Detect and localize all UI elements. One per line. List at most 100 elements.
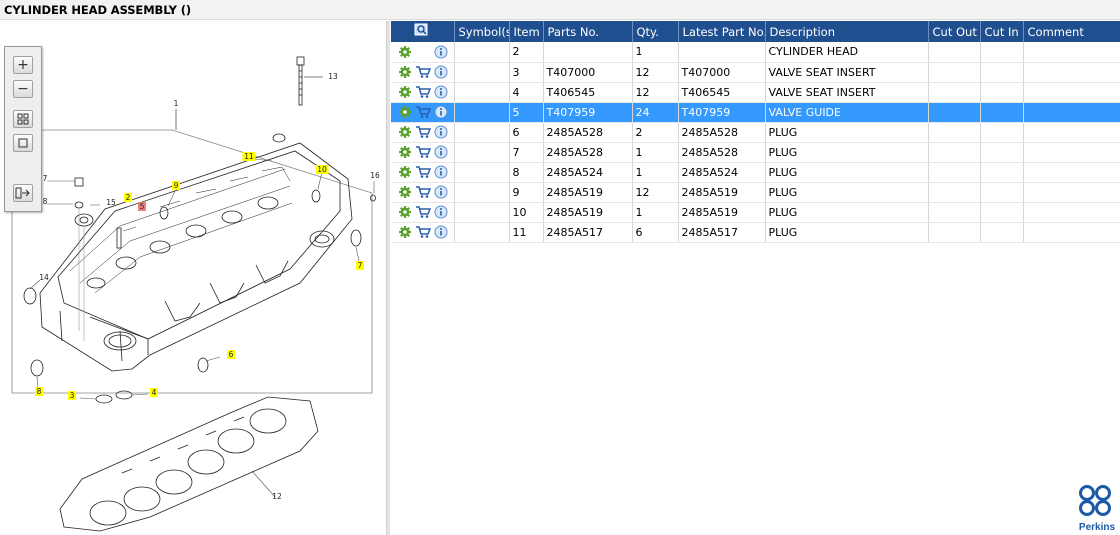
cell-comment (1023, 42, 1120, 63)
cell-latest-part-no: 2485A519 (678, 182, 766, 203)
cell-cut-out (928, 102, 981, 123)
cell-item: 7 (509, 142, 544, 163)
zoom-window-icon[interactable] (13, 110, 33, 128)
gear-icon[interactable] (398, 225, 412, 239)
zoom-out-icon[interactable]: − (13, 80, 33, 98)
table-row[interactable]: 2 1 CYLINDER HEAD (391, 42, 1120, 63)
cell-symbols (454, 182, 510, 203)
cell-item: 2 (509, 42, 544, 63)
callout-14: 14 (39, 273, 49, 282)
svg-text:3: 3 (70, 391, 75, 400)
cart-icon[interactable] (415, 85, 431, 99)
table-row[interactable]: 8 2485A524 1 2485A524 PLUG (391, 162, 1120, 183)
cell-description: PLUG (765, 162, 929, 183)
table-row[interactable]: 11 2485A517 6 2485A517 PLUG (391, 222, 1120, 243)
callout-9[interactable]: 9 (172, 181, 180, 190)
info-icon[interactable] (434, 85, 448, 99)
cell-part-no: 2485A528 (543, 142, 633, 163)
exploded-view-drawing[interactable]: 1253 467891011121314151678 (0, 21, 386, 535)
info-icon[interactable] (434, 225, 448, 239)
column-header-cut-out[interactable]: Cut Out (928, 21, 981, 42)
column-header-symbols[interactable]: Symbol(s) (454, 21, 510, 42)
perkins-logo: Perkins (1079, 485, 1116, 533)
row-actions (391, 162, 455, 183)
table-row[interactable]: 7 2485A528 1 2485A528 PLUG (391, 142, 1120, 163)
column-header-item[interactable]: Item (509, 21, 544, 42)
gear-icon[interactable] (398, 45, 412, 59)
gear-icon[interactable] (398, 105, 412, 119)
cart-icon[interactable] (415, 185, 431, 199)
search-column-header[interactable] (391, 21, 455, 42)
info-icon[interactable] (434, 45, 448, 59)
column-header-latest-part-no[interactable]: Latest Part No. (678, 21, 766, 42)
cart-icon[interactable] (415, 205, 431, 219)
callout-7: 7 (43, 174, 48, 183)
search-icon[interactable] (414, 23, 430, 37)
callout-4[interactable]: 4 (150, 388, 158, 397)
gear-icon[interactable] (398, 125, 412, 139)
table-row[interactable]: 10 2485A519 1 2485A519 PLUG (391, 202, 1120, 223)
cell-qty: 2 (632, 122, 679, 143)
column-header-description[interactable]: Description (765, 21, 929, 42)
svg-text:8: 8 (37, 387, 42, 396)
parts-list: Symbol(s) Item Parts No. Qty. Latest Par… (391, 21, 1120, 535)
parts-diagram[interactable]: 1 2 5 3 4 6 7 8 9 10 11 12 13 14 15 16 7 8 + − (0, 21, 386, 535)
cell-symbols (454, 82, 510, 103)
cart-icon[interactable] (415, 225, 431, 239)
svg-text:5: 5 (140, 202, 145, 211)
info-icon[interactable] (434, 125, 448, 139)
table-row[interactable]: 3 T407000 12 T407000 VALVE SEAT INSERT (391, 62, 1120, 83)
callout-6[interactable]: 6 (227, 350, 235, 359)
info-icon[interactable] (434, 145, 448, 159)
fit-page-icon[interactable] (13, 134, 33, 152)
cart-icon[interactable] (415, 125, 431, 139)
cell-description: VALVE SEAT INSERT (765, 82, 929, 103)
cart-icon[interactable] (415, 145, 431, 159)
callout-3[interactable]: 3 (68, 391, 76, 400)
callout-7[interactable]: 7 (356, 261, 364, 270)
svg-text:12: 12 (272, 492, 282, 501)
cart-icon[interactable] (415, 65, 431, 79)
info-icon[interactable] (434, 165, 448, 179)
callout-8[interactable]: 8 (35, 387, 43, 396)
gear-icon[interactable] (398, 145, 412, 159)
column-header-parts-no[interactable]: Parts No. (543, 21, 633, 42)
column-header-comment[interactable]: Comment (1023, 21, 1120, 42)
export-icon[interactable] (13, 184, 33, 202)
column-header-qty[interactable]: Qty. (632, 21, 679, 42)
cell-latest-part-no: 2485A519 (678, 202, 766, 223)
cell-comment (1023, 102, 1120, 123)
cell-description: PLUG (765, 182, 929, 203)
cart-icon[interactable] (415, 165, 431, 179)
zoom-in-icon[interactable]: + (13, 56, 33, 74)
svg-text:15: 15 (106, 198, 116, 207)
table-row[interactable]: 6 2485A528 2 2485A528 PLUG (391, 122, 1120, 143)
callout-2[interactable]: 2 (124, 193, 132, 202)
cell-description: CYLINDER HEAD (765, 42, 929, 63)
callout-10[interactable]: 10 (315, 165, 329, 174)
info-icon[interactable] (434, 105, 448, 119)
table-row[interactable]: 4 T406545 12 T406545 VALVE SEAT INSERT (391, 82, 1120, 103)
cell-qty: 12 (632, 82, 679, 103)
gear-icon[interactable] (398, 185, 412, 199)
info-icon[interactable] (434, 205, 448, 219)
svg-text:7: 7 (43, 174, 48, 183)
cell-description: PLUG (765, 222, 929, 243)
svg-text:14: 14 (39, 273, 49, 282)
table-row[interactable]: 9 2485A519 12 2485A519 PLUG (391, 182, 1120, 203)
gear-icon[interactable] (398, 65, 412, 79)
gear-icon[interactable] (398, 85, 412, 99)
pane-splitter[interactable] (386, 21, 390, 535)
cell-qty: 12 (632, 182, 679, 203)
table-row[interactable]: 5 T407959 24 T407959 VALVE GUIDE (391, 102, 1120, 123)
info-icon[interactable] (434, 185, 448, 199)
cell-cut-in (980, 62, 1024, 83)
column-header-cut-in[interactable]: Cut In (980, 21, 1024, 42)
info-icon[interactable] (434, 65, 448, 79)
callout-5[interactable]: 5 (138, 202, 146, 211)
svg-text:2: 2 (126, 193, 131, 202)
gear-icon[interactable] (398, 165, 412, 179)
cart-icon[interactable] (415, 105, 431, 119)
gear-icon[interactable] (398, 205, 412, 219)
callout-11[interactable]: 11 (242, 152, 256, 161)
